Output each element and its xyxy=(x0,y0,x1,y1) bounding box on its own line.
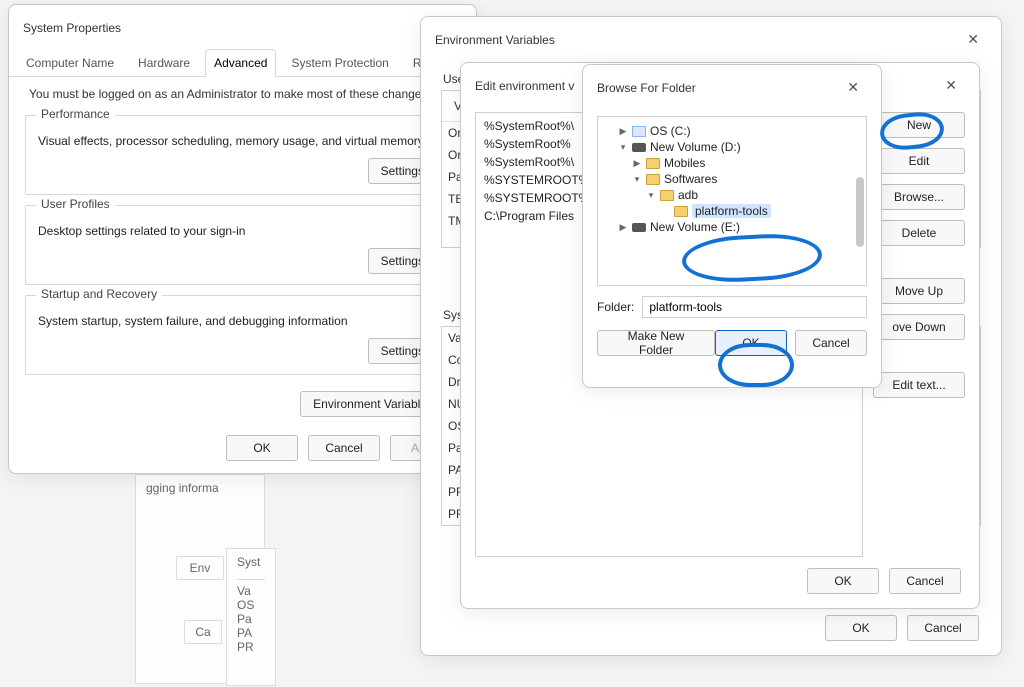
chevron-down-icon[interactable]: ▾ xyxy=(618,142,628,153)
chevron-down-icon[interactable]: ▾ xyxy=(632,174,642,185)
make-new-folder-button[interactable]: Make New Folder xyxy=(597,330,715,356)
tree-node-adb[interactable]: ▾ adb xyxy=(644,187,862,203)
system-properties-dialog: System Properties ✕ Computer Name Hardwa… xyxy=(8,4,477,474)
dialog-title: System Properties xyxy=(23,21,121,35)
cancel-button[interactable]: Cancel xyxy=(889,568,961,594)
folder-label: Folder: xyxy=(597,300,634,314)
performance-desc: Visual effects, processor scheduling, me… xyxy=(38,134,447,148)
move-up-button[interactable]: Move Up xyxy=(873,278,965,304)
tree-label: Softwares xyxy=(664,172,717,186)
tab-advanced[interactable]: Advanced xyxy=(205,49,276,77)
startup-desc: System startup, system failure, and debu… xyxy=(38,314,447,328)
tabs: Computer Name Hardware Advanced System P… xyxy=(9,48,476,77)
ghost-row: OS xyxy=(237,598,265,612)
cancel-button[interactable]: Cancel xyxy=(795,330,867,356)
ghost-row: Pa xyxy=(237,612,265,626)
edit-text-button[interactable]: Edit text... xyxy=(873,372,965,398)
group-title: Performance xyxy=(36,107,115,121)
cancel-button[interactable]: Cancel xyxy=(907,615,979,641)
close-icon[interactable]: ✕ xyxy=(839,75,867,100)
drive-icon xyxy=(632,126,646,137)
new-button[interactable]: New xyxy=(873,112,965,138)
tab-system-protection[interactable]: System Protection xyxy=(282,49,397,77)
drive-icon xyxy=(632,223,646,232)
ok-button[interactable]: OK xyxy=(807,568,879,594)
tree-label: New Volume (D:) xyxy=(650,140,741,154)
folder-icon xyxy=(674,206,688,217)
close-icon[interactable]: ✕ xyxy=(937,73,965,98)
tab-hardware[interactable]: Hardware xyxy=(129,49,199,77)
group-title: Startup and Recovery xyxy=(36,287,162,301)
delete-button[interactable]: Delete xyxy=(873,220,965,246)
tree-node-e[interactable]: ▶ New Volume (E:) xyxy=(616,219,862,235)
tree-node-mobiles[interactable]: ▶ Mobiles xyxy=(630,155,862,171)
folder-tree[interactable]: ▶ OS (C:) ▾ New Volume (D:) ▶ Mobiles ▾ … xyxy=(597,116,867,286)
folder-icon xyxy=(646,174,660,185)
tree-node-os-c[interactable]: ▶ OS (C:) xyxy=(616,123,862,139)
chevron-right-icon[interactable]: ▶ xyxy=(618,126,628,137)
folder-input[interactable] xyxy=(642,296,867,318)
ok-button[interactable]: OK xyxy=(715,330,787,356)
admin-note: You must be logged on as an Administrato… xyxy=(9,77,476,105)
folder-icon xyxy=(660,190,674,201)
tree-label: New Volume (E:) xyxy=(650,220,740,234)
ghost-cancel-btn: Ca xyxy=(195,625,210,639)
browse-for-folder-dialog: Browse For Folder ✕ ▶ OS (C:) ▾ New Volu… xyxy=(582,64,882,388)
edit-button[interactable]: Edit xyxy=(873,148,965,174)
ghost-env-btn: Env xyxy=(190,561,211,575)
tree-label: adb xyxy=(678,188,698,202)
tree-label: Mobiles xyxy=(664,156,705,170)
group-title: User Profiles xyxy=(36,197,115,211)
ghost-syst-label: Syst xyxy=(237,555,265,569)
tab-computer-name[interactable]: Computer Name xyxy=(17,49,123,77)
ghost-row: PA xyxy=(237,626,265,640)
move-down-button[interactable]: ove Down xyxy=(873,314,965,340)
tree-node-d[interactable]: ▾ New Volume (D:) xyxy=(616,139,862,155)
cancel-button[interactable]: Cancel xyxy=(308,435,380,461)
ghost-row: Va xyxy=(237,584,265,598)
tree-label: OS (C:) xyxy=(650,124,691,138)
chevron-right-icon[interactable]: ▶ xyxy=(632,158,642,169)
drive-icon xyxy=(632,143,646,152)
ok-button[interactable]: OK xyxy=(226,435,298,461)
ok-button[interactable]: OK xyxy=(825,615,897,641)
dialog-title: Edit environment v xyxy=(475,79,574,93)
ghost-text: gging informa xyxy=(146,481,219,495)
browse-button[interactable]: Browse... xyxy=(873,184,965,210)
user-profiles-group: User Profiles Desktop settings related t… xyxy=(25,205,460,285)
close-icon[interactable]: ✕ xyxy=(959,27,987,52)
tree-node-platform-tools[interactable]: ▶ platform-tools xyxy=(658,203,862,219)
dialog-title: Environment Variables xyxy=(435,33,555,47)
chevron-down-icon[interactable]: ▾ xyxy=(646,190,656,201)
dialog-title: Browse For Folder xyxy=(597,81,696,95)
tree-node-softwares[interactable]: ▾ Softwares xyxy=(630,171,862,187)
scrollbar-thumb[interactable] xyxy=(856,177,864,247)
ghost-row: PR xyxy=(237,640,265,654)
performance-group: Performance Visual effects, processor sc… xyxy=(25,115,460,195)
chevron-right-icon[interactable]: ▶ xyxy=(618,222,628,233)
startup-recovery-group: Startup and Recovery System startup, sys… xyxy=(25,295,460,375)
tree-label-selected: platform-tools xyxy=(692,204,771,218)
folder-icon xyxy=(646,158,660,169)
profiles-desc: Desktop settings related to your sign-in xyxy=(38,224,447,238)
